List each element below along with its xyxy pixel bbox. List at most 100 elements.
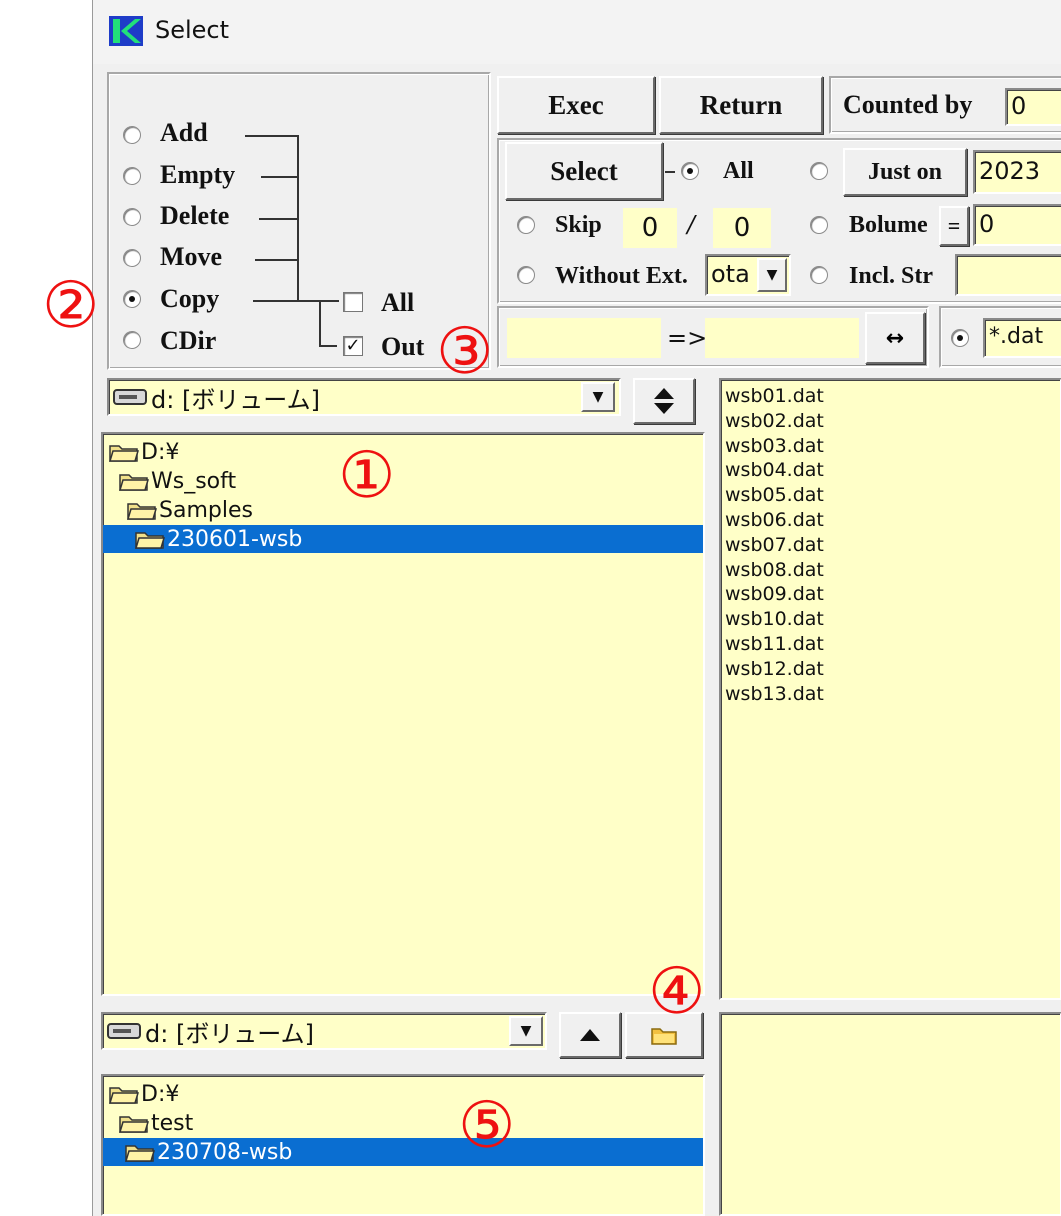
tree-item[interactable]: D:¥ xyxy=(109,438,179,466)
annotation-2: ② xyxy=(42,269,100,343)
radio-delete[interactable] xyxy=(123,208,141,226)
tree-item-label: D:¥ xyxy=(141,439,180,465)
radio-cdir[interactable] xyxy=(123,331,141,349)
radio-incl-str-label: Incl. Str xyxy=(849,263,933,289)
radio-bolume-label: Bolume xyxy=(849,212,928,238)
checkbox-all[interactable] xyxy=(343,292,363,312)
radio-move[interactable] xyxy=(123,249,141,267)
bolume-operator-button[interactable]: = xyxy=(939,206,969,246)
list-item[interactable]: wsb03.dat xyxy=(725,434,1060,459)
up-down-arrows-icon xyxy=(654,388,674,414)
destination-file-list[interactable] xyxy=(719,1012,1061,1216)
source-drive-label: d: [ボリューム] xyxy=(151,385,320,414)
rename-to-field[interactable] xyxy=(705,318,859,358)
radio-incl-str[interactable] xyxy=(810,266,828,284)
tree-item-label: Samples xyxy=(159,497,253,523)
list-item[interactable]: wsb12.dat xyxy=(725,657,1060,682)
year-select[interactable]: 2023 xyxy=(973,150,1061,194)
radio-skip[interactable] xyxy=(517,216,535,234)
rename-from-field[interactable] xyxy=(507,318,661,358)
select-button[interactable]: Select xyxy=(505,142,663,200)
swap-arrows-icon: ↔ xyxy=(885,325,905,351)
list-item[interactable]: wsb11.dat xyxy=(725,632,1060,657)
destination-drive-dropdown-button[interactable]: ▼ xyxy=(509,1016,543,1046)
radio-empty[interactable] xyxy=(123,167,141,185)
select-window: Select Add Empty Delete Move Copy CDir A… xyxy=(92,0,1061,1216)
k-logo-icon xyxy=(109,16,143,46)
radio-filter-pattern[interactable] xyxy=(951,329,969,347)
radio-skip-label: Skip xyxy=(555,212,602,238)
tree-item[interactable]: Ws_soft xyxy=(119,467,236,495)
file-list[interactable]: wsb01.dat wsb02.dat wsb03.dat wsb04.dat … xyxy=(719,378,1061,1000)
tree-item-label: D:¥ xyxy=(141,1081,180,1107)
bolume-field[interactable]: 0 xyxy=(973,204,1061,246)
exec-button[interactable]: Exec xyxy=(497,76,655,134)
window-title: Select xyxy=(155,16,230,44)
skip-separator: / xyxy=(687,210,695,241)
tree-item-label: Ws_soft xyxy=(151,468,237,494)
radio-cdir-label: CDir xyxy=(160,326,217,355)
just-on-button[interactable]: Just on xyxy=(843,148,967,196)
rename-arrow: => xyxy=(667,324,708,352)
destination-folder-tree[interactable]: D:¥ test 230708-wsb xyxy=(101,1074,705,1216)
radio-empty-label: Empty xyxy=(160,160,236,189)
checkbox-out-label: Out xyxy=(381,332,425,361)
annotation-1: ① xyxy=(338,439,396,513)
tree-item[interactable]: test xyxy=(119,1109,193,1137)
radio-all-label: All xyxy=(723,158,754,184)
radio-just-on[interactable] xyxy=(810,162,828,180)
source-drive-dropdown-button[interactable]: ▼ xyxy=(581,382,615,412)
skip-to-field[interactable]: 0 xyxy=(713,208,771,248)
radio-all[interactable] xyxy=(681,162,699,180)
tree-item-selected[interactable]: 230708-wsb xyxy=(103,1138,703,1166)
radio-add[interactable] xyxy=(123,126,141,144)
swap-folders-button[interactable] xyxy=(633,378,695,424)
tree-item[interactable]: D:¥ xyxy=(109,1080,179,1108)
chevron-down-icon: ▼ xyxy=(766,267,778,283)
incl-str-field[interactable] xyxy=(955,254,1061,296)
checkbox-all-label: All xyxy=(381,288,415,317)
tree-item-label: test xyxy=(151,1110,194,1136)
counted-by-label: Counted by xyxy=(843,90,973,119)
radio-add-label: Add xyxy=(160,118,208,147)
radio-copy[interactable] xyxy=(123,290,141,308)
checkbox-out[interactable]: ✓ xyxy=(343,336,363,356)
chevron-down-icon: ▼ xyxy=(592,389,604,405)
list-item[interactable]: wsb08.dat xyxy=(725,558,1060,583)
return-button[interactable]: Return xyxy=(659,76,823,134)
list-item[interactable]: wsb10.dat xyxy=(725,607,1060,632)
radio-bolume[interactable] xyxy=(810,216,828,234)
list-item[interactable]: wsb13.dat xyxy=(725,682,1060,707)
list-item[interactable]: wsb09.dat xyxy=(725,582,1060,607)
list-item[interactable]: wsb07.dat xyxy=(725,533,1060,558)
counted-by-field[interactable]: 0 xyxy=(1005,88,1061,126)
list-item[interactable]: wsb01.dat xyxy=(725,384,1060,409)
radio-move-label: Move xyxy=(160,242,223,271)
tree-item-label: 230708-wsb xyxy=(157,1139,293,1165)
radio-without-ext[interactable] xyxy=(517,266,535,284)
parent-folder-button[interactable] xyxy=(559,1012,621,1058)
folder-icon xyxy=(135,532,165,549)
tree-item[interactable]: Samples xyxy=(127,496,253,524)
up-arrow-icon xyxy=(580,1029,600,1041)
folder-icon xyxy=(127,503,157,520)
skip-from-field[interactable]: 0 xyxy=(623,208,677,248)
list-item[interactable]: wsb05.dat xyxy=(725,483,1060,508)
list-item[interactable]: wsb02.dat xyxy=(725,409,1060,434)
tree-item-label: 230601-wsb xyxy=(167,526,303,552)
tree-item-selected[interactable]: 230601-wsb xyxy=(103,525,703,553)
destination-drive-select[interactable]: d: [ボリューム] xyxy=(101,1012,547,1050)
swap-button[interactable]: ↔ xyxy=(865,312,925,364)
filter-pattern-field[interactable]: *.dat xyxy=(983,318,1061,358)
list-item[interactable]: wsb06.dat xyxy=(725,508,1060,533)
drive-icon xyxy=(113,389,147,405)
folder-icon xyxy=(109,445,139,462)
without-ext-dropdown-button[interactable]: ▼ xyxy=(757,258,787,292)
list-item[interactable]: wsb04.dat xyxy=(725,458,1060,483)
title-bar: Select xyxy=(93,0,1061,64)
source-folder-tree[interactable]: D:¥ Ws_soft Samples 230601-wsb xyxy=(101,432,705,996)
source-drive-select[interactable]: d: [ボリューム] xyxy=(107,378,621,416)
chevron-down-icon: ▼ xyxy=(520,1023,532,1039)
folder-icon xyxy=(119,474,149,491)
folder-icon xyxy=(125,1145,155,1162)
